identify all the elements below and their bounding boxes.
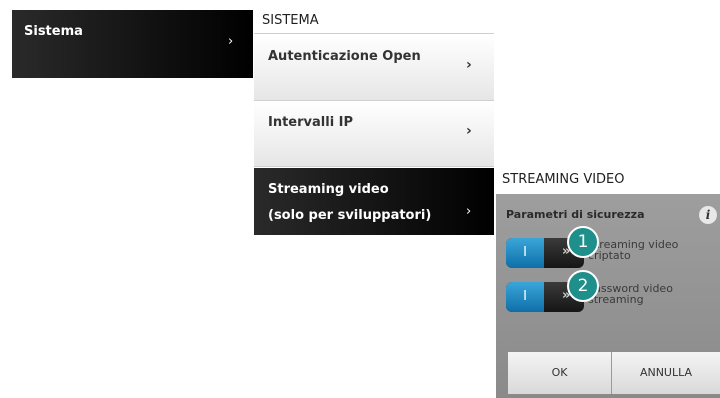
ok-button-label: OK <box>551 366 568 379</box>
cancel-button[interactable]: ANNULLA <box>612 352 720 394</box>
sistema-title: SISTEMA <box>262 13 319 28</box>
chevron-right-icon: › <box>466 123 472 139</box>
streaming-video-panel: Parametri di sicurezza i I » Streaming v… <box>496 194 720 398</box>
left-menu-label: Sistema <box>24 24 83 39</box>
info-icon[interactable]: i <box>699 206 717 224</box>
toggle-on-label: I <box>523 289 527 304</box>
chevron-right-icon: › <box>466 57 472 73</box>
menu-item-sublabel: (solo per sviluppatori) <box>268 208 432 223</box>
menu-item-label: Autenticazione Open <box>268 49 421 64</box>
option-label-line2: streaming <box>588 293 644 306</box>
sistema-header: SISTEMA <box>254 10 494 34</box>
menu-item-label: Streaming video <box>268 182 389 197</box>
menu-item-autenticazione-open[interactable]: Autenticazione Open › <box>254 35 494 101</box>
option-label-line2: criptato <box>588 249 631 262</box>
callout-badge-2: 2 <box>567 270 599 302</box>
left-menu-sistema[interactable]: Sistema › <box>12 10 253 78</box>
option-label: Streaming video criptato <box>588 239 678 261</box>
section-heading: Parametri di sicurezza <box>506 208 645 221</box>
chevron-right-icon: › <box>466 204 472 219</box>
option-label: Password video streaming <box>588 283 673 305</box>
chevron-right-icon: › <box>228 34 234 49</box>
menu-item-streaming-video[interactable]: Streaming video (solo per sviluppatori) … <box>254 168 494 235</box>
panel-title: STREAMING VIDEO <box>502 172 625 187</box>
toggle-on-label: I <box>523 245 527 260</box>
cancel-button-label: ANNULLA <box>639 366 693 379</box>
menu-item-intervalli-ip[interactable]: Intervalli IP › <box>254 101 494 167</box>
ok-button[interactable]: OK <box>508 352 612 394</box>
toggle-knob: I <box>506 238 544 268</box>
menu-item-label: Intervalli IP <box>268 115 354 130</box>
callout-badge-1: 1 <box>567 226 599 258</box>
toggle-knob: I <box>506 282 544 312</box>
